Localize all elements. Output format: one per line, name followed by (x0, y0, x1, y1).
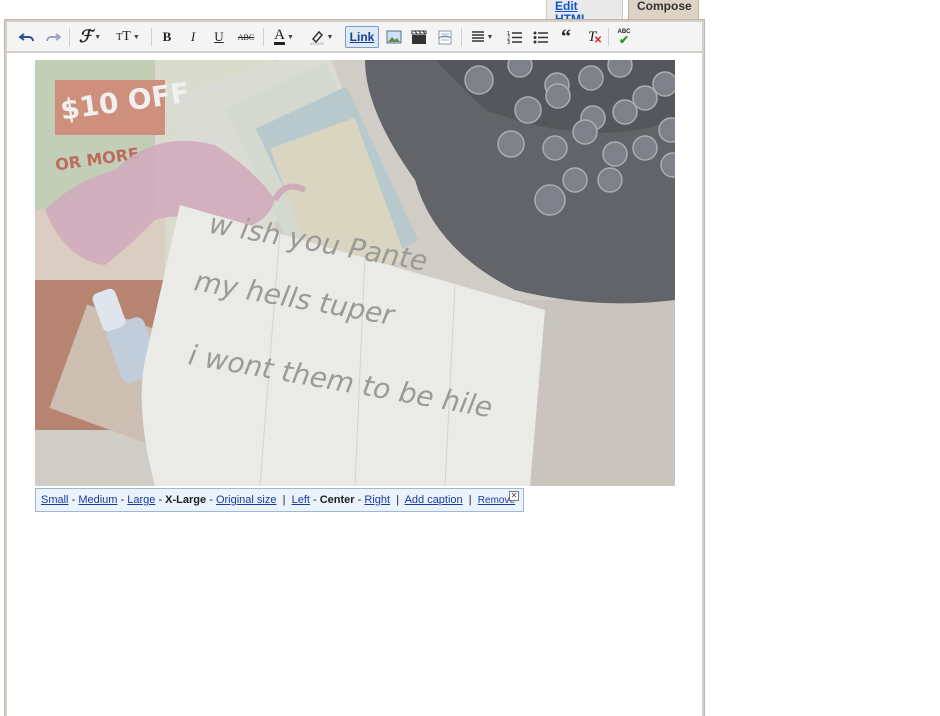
tab-edit-html[interactable]: Edit HTML (546, 0, 623, 26)
insert-image-icon[interactable] (383, 26, 405, 48)
toolbar-separator (608, 28, 609, 46)
separator-dash: - (209, 494, 213, 506)
separator-pipe: | (468, 494, 472, 506)
quote-icon[interactable]: “ (555, 26, 577, 48)
align-right-link[interactable]: Right (364, 494, 390, 506)
align-left-link[interactable]: Left (292, 494, 310, 506)
spellcheck-icon[interactable]: ABC ✔ (613, 26, 635, 48)
editor-toolbar: ℱ ▼ TT ▼ B I U ABC A ▼ ▼ Link ▼ 123 “ T … (7, 22, 702, 52)
separator-pipe: | (282, 494, 286, 506)
tab-compose-label: Compose (637, 0, 692, 13)
insert-video-icon[interactable] (408, 26, 430, 48)
separator-dash: - (313, 494, 317, 506)
image-options-bar: Small - Medium - Large - X-Large - Origi… (35, 488, 524, 512)
numbered-list-icon[interactable]: 123 (504, 26, 526, 48)
post-image[interactable]: $10 OFF OR MORE w ish you Pante my hells… (35, 60, 675, 486)
size-xlarge-selected: X-Large (165, 494, 207, 506)
toolbar-separator (263, 28, 264, 46)
font-size-icon[interactable]: TT ▼ (111, 26, 145, 48)
align-icon[interactable]: ▼ (467, 26, 497, 48)
size-original-link[interactable]: Original size (216, 494, 277, 506)
insert-jump-break-icon[interactable] (434, 26, 456, 48)
italic-icon[interactable]: I (183, 26, 203, 48)
size-small-link[interactable]: Small (41, 494, 69, 506)
remove-formatting-icon[interactable]: T ✕ (581, 26, 603, 48)
close-icon[interactable]: ✕ (509, 491, 519, 501)
link-button[interactable]: Link (345, 26, 379, 48)
add-caption-link[interactable]: Add caption (405, 494, 463, 506)
text-color-icon[interactable]: A ▼ (269, 26, 299, 48)
toolbar-separator (461, 28, 462, 46)
tab-compose[interactable]: Compose (628, 0, 699, 19)
separator-pipe: | (396, 494, 400, 506)
underline-icon[interactable]: U (209, 26, 229, 48)
redo-icon[interactable] (43, 26, 63, 48)
separator-dash: - (357, 494, 362, 506)
strikethrough-icon[interactable]: ABC (234, 26, 258, 48)
bold-icon[interactable]: B (157, 26, 177, 48)
font-family-icon[interactable]: ℱ ▼ (75, 26, 105, 48)
toolbar-separator (69, 28, 70, 46)
svg-text:3: 3 (507, 40, 510, 44)
size-large-link[interactable]: Large (127, 494, 155, 506)
separator-dash: - (120, 494, 125, 506)
bulleted-list-icon[interactable] (530, 26, 552, 48)
size-medium-link[interactable]: Medium (78, 494, 117, 506)
align-center-selected: Center (319, 494, 355, 506)
separator-dash: - (158, 494, 163, 506)
undo-icon[interactable] (17, 26, 37, 48)
highlight-color-icon[interactable]: ▼ (305, 26, 337, 48)
separator-dash: - (71, 494, 76, 506)
toolbar-separator (151, 28, 152, 46)
